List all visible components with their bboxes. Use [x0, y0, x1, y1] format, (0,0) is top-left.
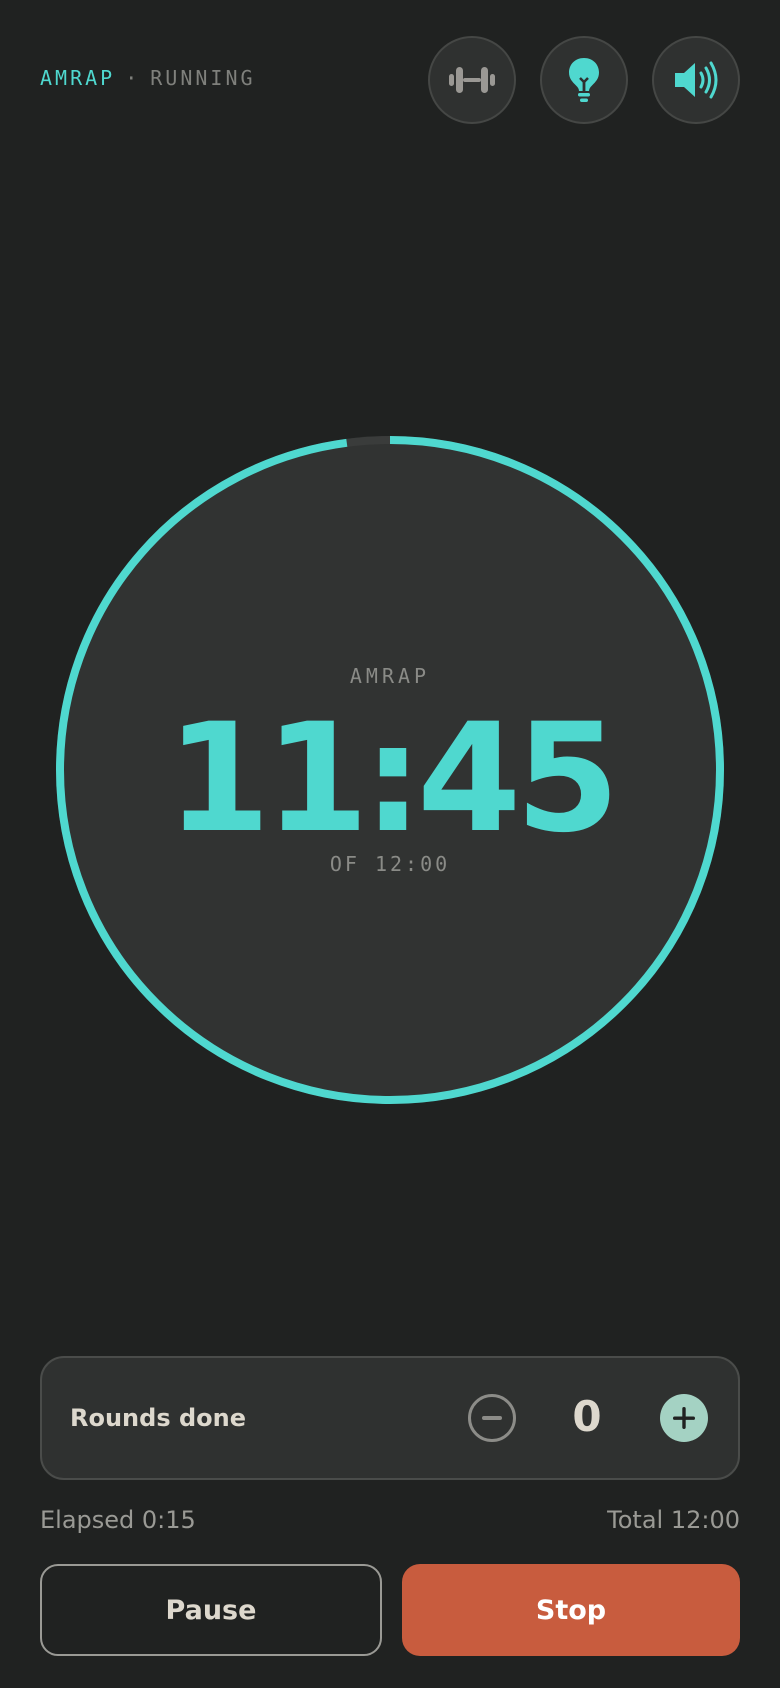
time-remaining: 11:45 [166, 692, 619, 866]
status-state: RUNNING [150, 66, 256, 90]
sound-button[interactable] [652, 36, 740, 124]
plus-icon [673, 1407, 695, 1429]
speaker-volume-icon [675, 61, 718, 99]
stop-button[interactable]: Stop [402, 1564, 740, 1656]
minus-icon [482, 1416, 502, 1420]
workout-button[interactable] [428, 36, 516, 124]
dumbbell-icon [449, 67, 495, 93]
pause-button[interactable]: Pause [40, 1564, 382, 1656]
total-time: Total 12:00 [607, 1506, 740, 1534]
increment-rounds-button[interactable] [660, 1394, 708, 1442]
decrement-rounds-button[interactable] [468, 1394, 516, 1442]
rounds-card: Rounds done 0 [40, 1356, 740, 1480]
rounds-label: Rounds done [70, 1404, 246, 1432]
workout-status: AMRAP · RUNNING [40, 66, 256, 90]
lightbulb-icon [569, 58, 599, 102]
time-total: OF 12:00 [329, 852, 451, 876]
hint-button[interactable] [540, 36, 628, 124]
status-mode: AMRAP [40, 66, 116, 90]
timer-dial: AMRAP 11:45 OF 12:00 [56, 436, 724, 1104]
status-separator: · [125, 66, 141, 90]
rounds-count: 0 [572, 1392, 602, 1441]
timer-screen: AMRAP · RUNNING AMRAP 11:45 OF 12:00 Rou… [0, 0, 780, 1688]
elapsed-time: Elapsed 0:15 [40, 1506, 196, 1534]
timer-mode-label: AMRAP [349, 664, 431, 688]
